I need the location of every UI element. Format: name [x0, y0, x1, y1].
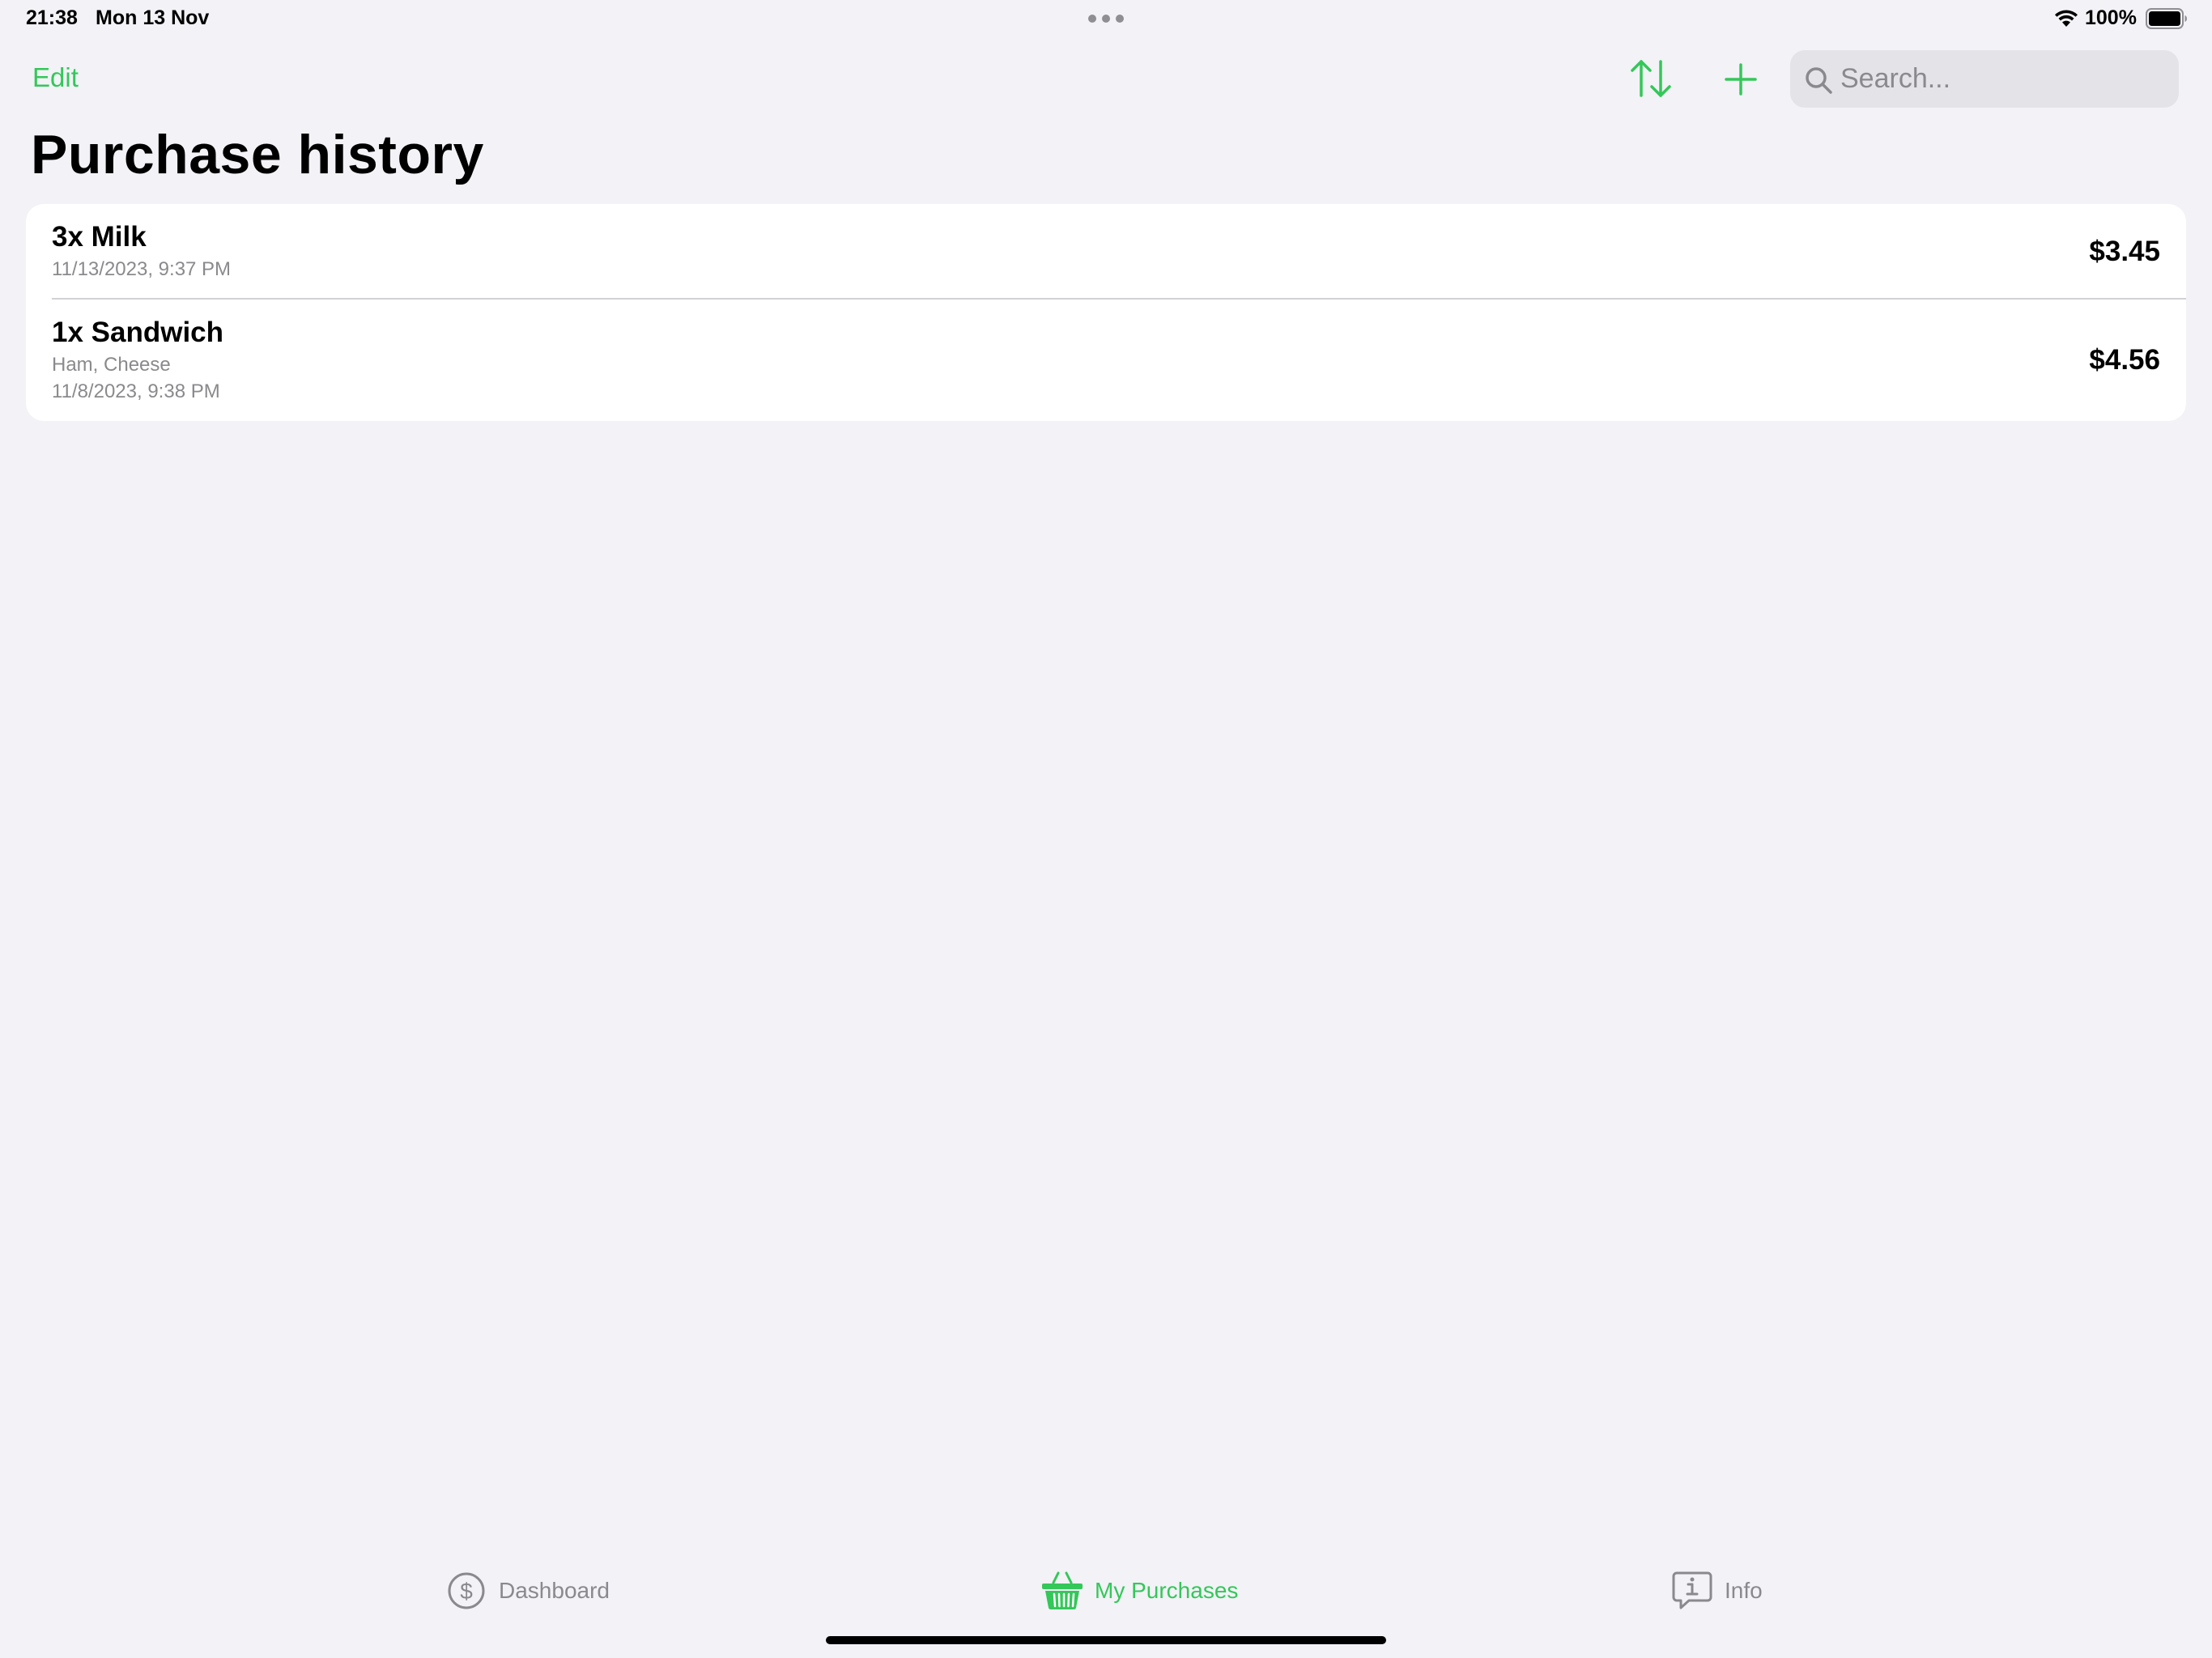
purchase-details: Ham, Cheese	[52, 354, 171, 376]
svg-text:$: $	[460, 1579, 473, 1604]
purchase-list: 3x Milk 11/13/2023, 9:37 PM $3.45 1x San…	[26, 204, 2186, 421]
status-bar: 21:38 Mon 13 Nov 100%	[0, 0, 2212, 39]
tab-info[interactable]: Info	[1671, 1558, 1763, 1623]
tab-dashboard[interactable]: $ Dashboard	[445, 1558, 610, 1623]
plus-icon[interactable]	[1725, 63, 1757, 96]
purchase-price: $4.56	[2089, 344, 2160, 376]
purchase-title: 1x Sandwich	[52, 317, 224, 348]
page-title: Purchase history	[31, 124, 484, 185]
tab-label: Info	[1725, 1578, 1763, 1603]
battery-icon	[2146, 8, 2187, 29]
status-time: 21:38	[26, 6, 78, 29]
wifi-icon	[2055, 10, 2078, 27]
search-icon	[1806, 67, 1832, 94]
status-date: Mon 13 Nov	[96, 6, 210, 29]
purchase-price: $3.45	[2089, 236, 2160, 267]
purchase-title: 3x Milk	[52, 221, 147, 253]
purchase-row[interactable]: 1x Sandwich Ham, Cheese 11/8/2023, 9:38 …	[26, 300, 2186, 421]
basket-icon	[1042, 1571, 1083, 1610]
tab-my-purchases[interactable]: My Purchases	[1041, 1558, 1238, 1623]
purchase-date: 11/13/2023, 9:37 PM	[52, 258, 232, 280]
purchase-row[interactable]: 3x Milk 11/13/2023, 9:37 PM $3.45	[26, 204, 2186, 299]
search-input[interactable]	[1840, 50, 2164, 108]
tab-bar: $ Dashboard My Purchases Info	[0, 1558, 2212, 1623]
purchase-date: 11/8/2023, 9:38 PM	[52, 380, 220, 402]
sort-icon[interactable]	[1629, 58, 1673, 99]
multitasking-dots-icon[interactable]	[1088, 15, 1124, 23]
tab-label: Dashboard	[499, 1578, 610, 1603]
battery-percent: 100%	[2085, 6, 2137, 29]
home-indicator[interactable]	[826, 1636, 1386, 1644]
dollar-circle-icon: $	[448, 1572, 485, 1609]
info-bubble-icon	[1672, 1571, 1712, 1609]
tab-label: My Purchases	[1095, 1578, 1239, 1603]
edit-button[interactable]: Edit	[32, 62, 79, 93]
search-field[interactable]	[1790, 50, 2179, 108]
